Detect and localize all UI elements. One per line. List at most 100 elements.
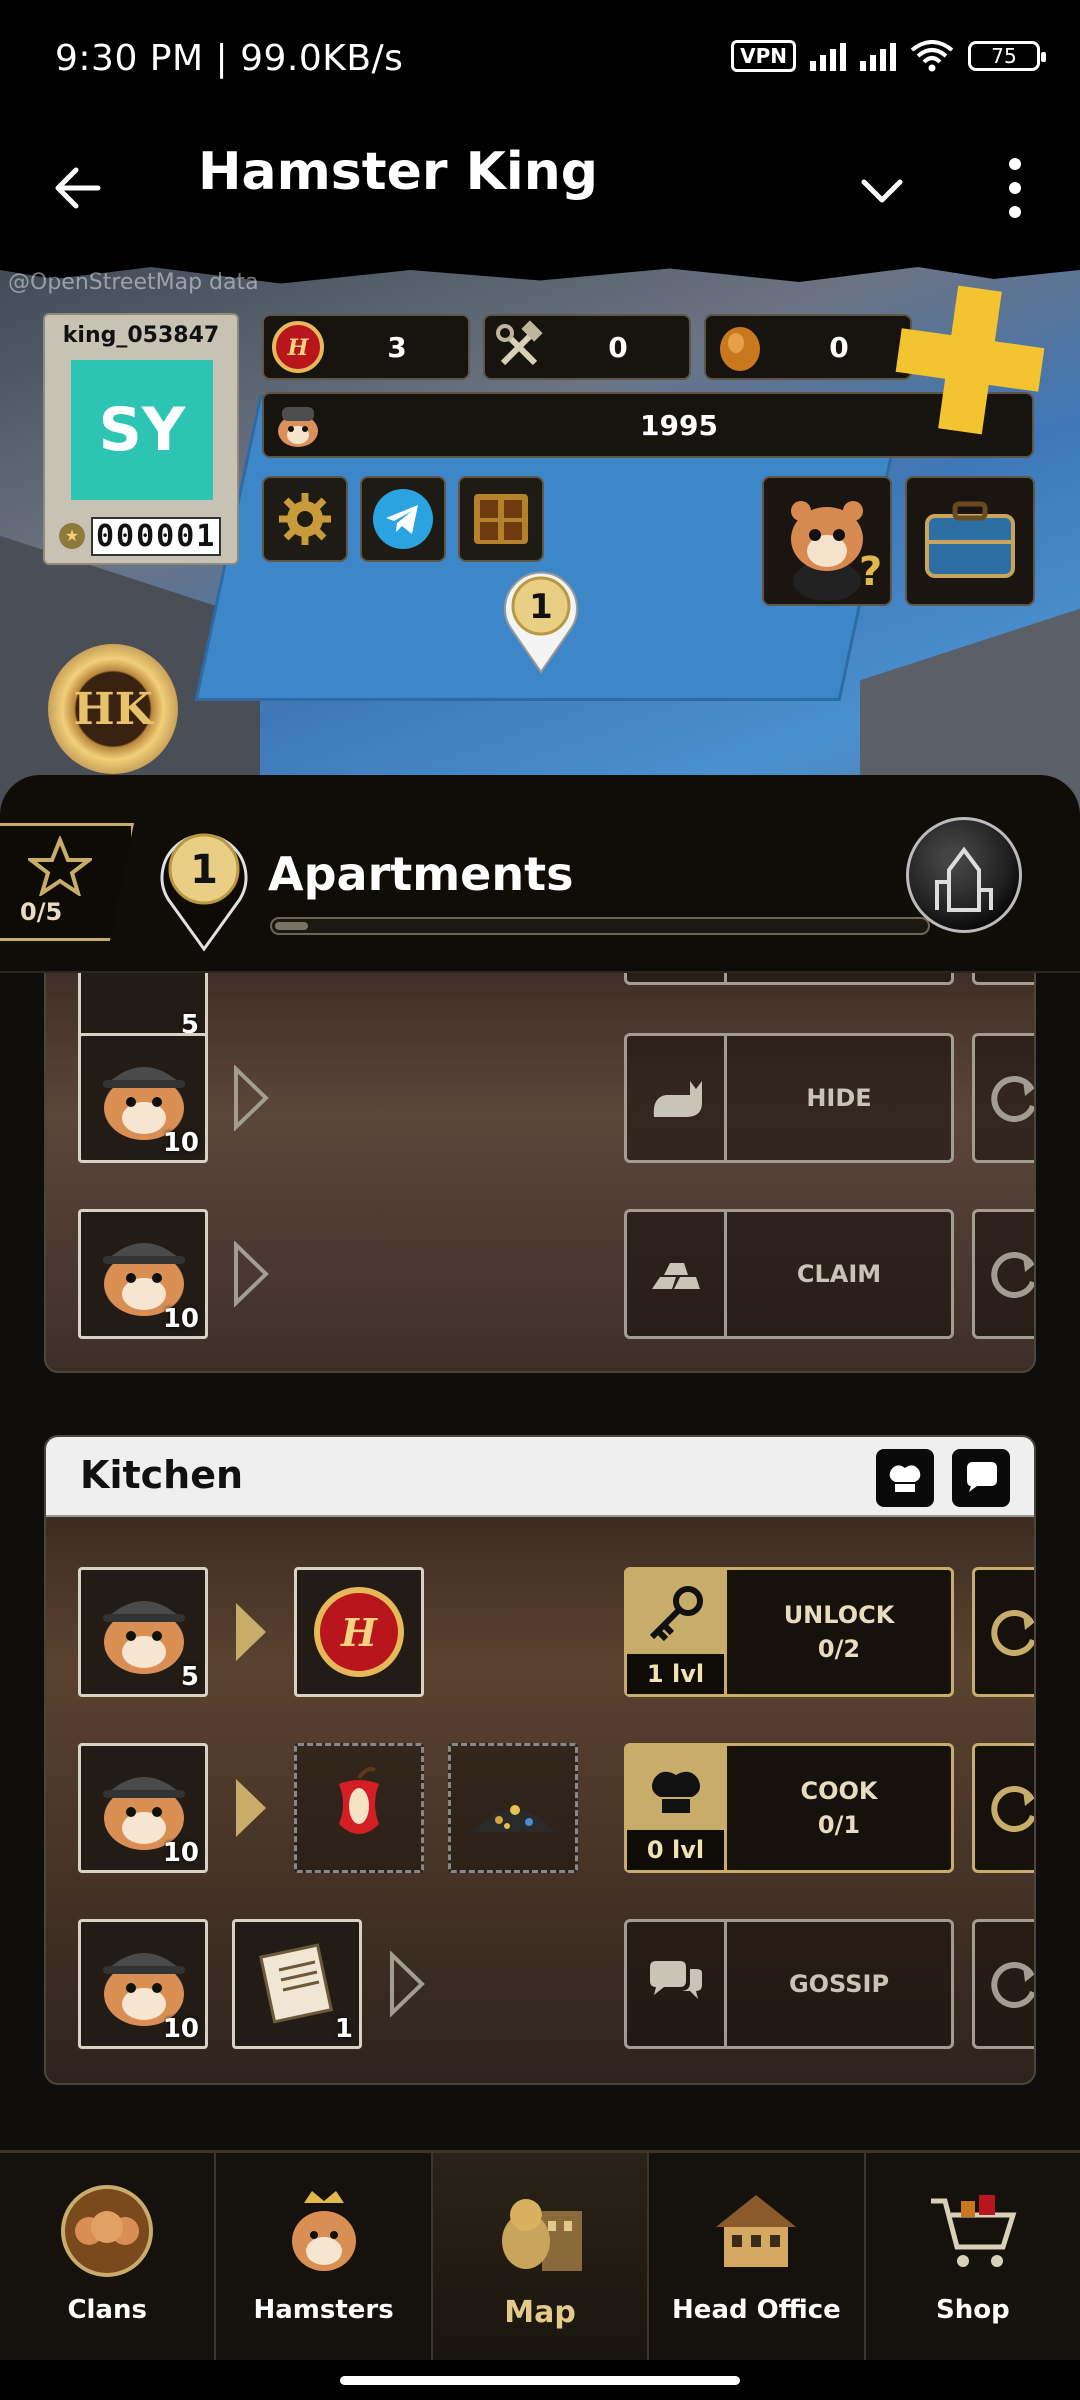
- svg-text:?: ?: [859, 549, 882, 595]
- refresh-button[interactable]: [972, 1567, 1034, 1697]
- quests-button[interactable]: [458, 476, 544, 562]
- home-indicator[interactable]: [340, 2376, 740, 2385]
- battery-icon: 75: [968, 41, 1046, 71]
- refresh-icon: [991, 1252, 1034, 1298]
- cat-icon: [653, 1081, 702, 1117]
- stars-box: 0/5: [0, 823, 134, 941]
- coins-counter: H 3: [262, 314, 470, 380]
- quests-icon: [474, 494, 528, 544]
- location-header: 0/5 1 Apartments: [0, 775, 1080, 973]
- ingredient-slot-apple[interactable]: [294, 1743, 424, 1873]
- settings-button[interactable]: [262, 476, 348, 562]
- chat-bubble-icon: [967, 1462, 997, 1492]
- refresh-button[interactable]: [972, 1743, 1034, 1873]
- shopping-cart-icon: [930, 2195, 1017, 2267]
- hamster-slot[interactable]: 10: [78, 1209, 208, 1339]
- nav-shop-label: Shop: [935, 2295, 1010, 2325]
- refresh-icon: [991, 1786, 1034, 1832]
- hamster-king-icon: [291, 2191, 356, 2271]
- refresh-button[interactable]: [972, 1919, 1034, 2049]
- ingredient-slot-crumbs[interactable]: [448, 1743, 578, 1873]
- chat-button[interactable]: [952, 1449, 1010, 1507]
- refresh-button[interactable]: [972, 1209, 1034, 1339]
- chevron-right-icon: [390, 1951, 425, 2017]
- nuts-counter: 0: [704, 314, 912, 380]
- cook-action-button[interactable]: 0 lvl COOK 0/1: [624, 1743, 954, 1873]
- status-time: 9:30 PM | 99.0KB/s: [55, 38, 404, 79]
- more-options-icon[interactable]: [990, 148, 1040, 228]
- newspaper-icon: [259, 1943, 334, 2024]
- refresh-button[interactable]: [972, 1033, 1034, 1163]
- level-digits: 000001: [91, 516, 222, 556]
- nav-map[interactable]: Map: [432, 2153, 650, 2360]
- hamster-detective-icon: ?: [791, 501, 882, 601]
- hammer-wrench-icon: [496, 320, 543, 366]
- hide-action-button[interactable]: HIDE: [624, 1033, 954, 1163]
- unlock-action-button[interactable]: 1 lvl UNLOCK 0/2: [624, 1567, 954, 1697]
- item-count: 1: [334, 2014, 353, 2044]
- level-counter: ★ 000001: [59, 515, 229, 557]
- vpn-icon: VPN: [731, 40, 796, 72]
- map-pin-icon[interactable]: 1: [500, 566, 582, 676]
- hamster-slot[interactable]: 10: [78, 1033, 208, 1163]
- speech-bubbles-icon: [649, 1961, 702, 1999]
- rooms-scroll[interactable]: 5 10 HIDE 10 CLAIM Kitchen 5 H 1 lvl UNL…: [0, 973, 1080, 2150]
- chevron-right-icon: [236, 1603, 266, 1661]
- app-title: Hamster King: [198, 142, 598, 202]
- stars-count: 0/5: [20, 898, 63, 926]
- hamster-count: 10: [162, 1128, 199, 1158]
- hamster-slot[interactable]: 10: [78, 1919, 208, 2049]
- claim-label: CLAIM: [796, 1260, 882, 1288]
- avatar: SY: [71, 360, 213, 500]
- nav-shop[interactable]: Shop: [866, 2153, 1080, 2360]
- claim-action-button[interactable]: CLAIM: [624, 1209, 954, 1339]
- back-arrow-icon[interactable]: [48, 158, 108, 218]
- cook-label: COOK: [800, 1777, 878, 1805]
- gear-icon: [279, 493, 331, 545]
- building-icon: [935, 846, 993, 912]
- tools-value: 0: [608, 330, 628, 364]
- signal-icon: [810, 41, 846, 71]
- hamster-count: 5: [180, 1662, 199, 1692]
- nav-head-office-label: Head Office: [672, 2295, 841, 2325]
- profile-card[interactable]: king_053847 SY ★ 000001: [43, 313, 239, 565]
- location-pin-icon: 1: [160, 833, 248, 952]
- add-plus-icon[interactable]: [890, 280, 1050, 440]
- hamster-icon: [278, 407, 318, 447]
- nav-head-office[interactable]: Head Office: [649, 2153, 866, 2360]
- suitcase-icon: [925, 501, 1015, 578]
- moon-building-button[interactable]: [906, 817, 1022, 933]
- head-office-icon: [716, 2195, 797, 2267]
- chevron-down-icon[interactable]: [852, 160, 912, 220]
- hamster-slot[interactable]: 5: [78, 1567, 208, 1697]
- chevron-right-icon: [236, 1779, 266, 1837]
- hk-logo[interactable]: HK: [48, 644, 178, 774]
- map-attribution: @OpenStreetMap data: [8, 270, 259, 295]
- hide-label: HIDE: [806, 1084, 872, 1112]
- refresh-icon: [991, 1076, 1034, 1122]
- bottom-nav: Clans Hamsters Map Head Office Shop: [0, 2150, 1080, 2360]
- signal-2-icon: [860, 41, 896, 71]
- unlock-level: 1 lvl: [627, 1654, 724, 1694]
- chevron-right-icon: [234, 1241, 269, 1307]
- chef-hat-button[interactable]: [876, 1449, 934, 1507]
- action-button[interactable]: [624, 973, 954, 985]
- telegram-button[interactable]: [360, 476, 446, 562]
- nav-hamsters[interactable]: Hamsters: [216, 2153, 433, 2360]
- key-icon: [649, 1586, 703, 1642]
- map-pin-number: 1: [529, 587, 553, 627]
- detective-hamster-button[interactable]: ?: [762, 476, 892, 606]
- chef-hat-icon: [651, 1771, 700, 1813]
- gossip-action-button[interactable]: GOSSIP: [624, 1919, 954, 2049]
- cook-progress: 0/1: [817, 1811, 861, 1839]
- nav-clans[interactable]: Clans: [0, 2153, 217, 2360]
- refresh-icon: [991, 1610, 1034, 1656]
- reward-coin-slot[interactable]: H: [294, 1567, 424, 1697]
- refresh-button[interactable]: [972, 973, 1034, 985]
- newspaper-slot[interactable]: 1: [232, 1919, 362, 2049]
- username: king_053847: [62, 323, 220, 348]
- location-progress-bar: [270, 917, 930, 935]
- hamster-slot[interactable]: 10: [78, 1743, 208, 1873]
- map-hamster-icon: [502, 2199, 583, 2271]
- inventory-button[interactable]: [905, 476, 1035, 606]
